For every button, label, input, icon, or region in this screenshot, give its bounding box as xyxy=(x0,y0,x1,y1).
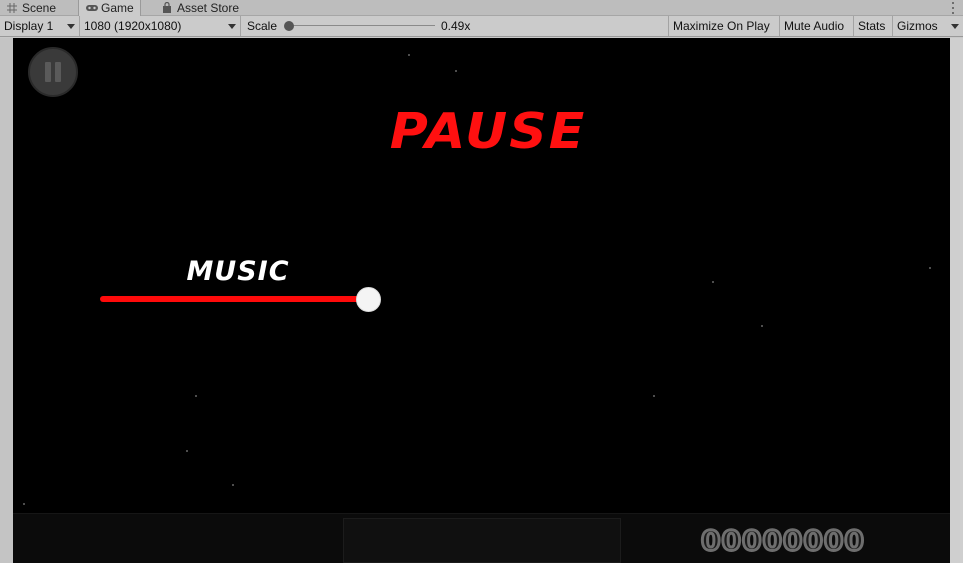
star xyxy=(761,325,763,327)
maximize-on-play-label: Maximize On Play xyxy=(673,19,770,33)
chevron-down-icon xyxy=(228,24,236,29)
star xyxy=(408,54,410,56)
music-label: MUSIC xyxy=(186,256,290,287)
star xyxy=(712,281,714,283)
star xyxy=(23,503,25,505)
gizmos-label: Gizmos xyxy=(897,19,938,33)
stats-label: Stats xyxy=(858,19,886,33)
tab-game[interactable]: Game xyxy=(78,0,141,16)
tab-game-label: Game xyxy=(101,1,134,15)
tab-scene[interactable]: Scene xyxy=(0,0,62,16)
star xyxy=(653,395,655,397)
resolution-dropdown-label: 1080 (1920x1080) xyxy=(84,19,182,33)
display-dropdown[interactable]: Display 1 xyxy=(0,16,80,36)
game-toolbar: Display 1 1080 (1920x1080) Scale 0.49x M… xyxy=(0,16,963,37)
editor-tab-bar: Scene Game Asset Store xyxy=(0,0,963,16)
star xyxy=(929,267,931,269)
star xyxy=(232,484,234,486)
star xyxy=(186,450,188,452)
game-canvas[interactable]: PAUSE MUSIC 00000000 xyxy=(13,38,950,563)
pause-title: PAUSE xyxy=(389,103,587,161)
gizmos-dropdown[interactable]: Gizmos xyxy=(893,16,963,36)
scale-value: 0.49x xyxy=(441,19,471,33)
scale-slider-handle[interactable] xyxy=(284,21,294,31)
tab-scene-label: Scene xyxy=(22,1,57,15)
grid-icon xyxy=(6,2,18,14)
score-counter: 00000000 xyxy=(700,523,866,559)
bottom-hud-panel xyxy=(343,518,621,563)
scale-slider-track[interactable] xyxy=(290,25,435,26)
music-slider-track[interactable] xyxy=(100,296,370,302)
pause-icon xyxy=(45,62,51,82)
chevron-down-icon xyxy=(951,24,959,29)
star xyxy=(455,70,457,72)
game-view: PAUSE MUSIC 00000000 xyxy=(0,38,963,563)
maximize-on-play-toggle[interactable]: Maximize On Play xyxy=(669,16,780,36)
music-slider-handle[interactable] xyxy=(356,287,381,312)
tab-menu-icon[interactable] xyxy=(949,2,957,14)
pause-icon-bar xyxy=(55,62,61,82)
resolution-dropdown[interactable]: 1080 (1920x1080) xyxy=(80,16,241,36)
gamepad-icon xyxy=(85,2,98,14)
stats-toggle[interactable]: Stats xyxy=(854,16,893,36)
mute-audio-label: Mute Audio xyxy=(784,19,845,33)
display-dropdown-label: Display 1 xyxy=(4,19,54,33)
mute-audio-toggle[interactable]: Mute Audio xyxy=(780,16,854,36)
scale-control: Scale 0.49x xyxy=(241,16,669,36)
tab-asset-store[interactable]: Asset Store xyxy=(155,0,245,16)
game-view-margin xyxy=(950,38,963,563)
bag-icon xyxy=(161,1,173,14)
tab-asset-store-label: Asset Store xyxy=(177,1,240,15)
scale-label: Scale xyxy=(247,19,278,33)
pause-button[interactable] xyxy=(28,47,78,97)
star xyxy=(195,395,197,397)
chevron-down-icon xyxy=(67,24,75,29)
